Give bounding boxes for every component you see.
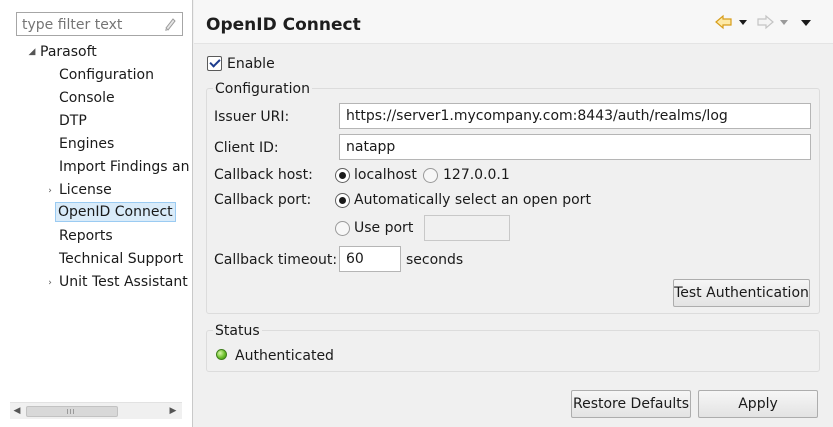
host-localhost-radio[interactable] — [335, 168, 350, 183]
host-ip-radio[interactable] — [423, 168, 438, 183]
timeout-unit-label: seconds — [406, 252, 464, 268]
callback-timeout-field[interactable]: 60 — [339, 246, 401, 272]
configuration-group-title: Configuration — [213, 80, 312, 98]
callback-port-label: Callback port: — [214, 192, 312, 208]
status-ok-icon — [216, 349, 227, 360]
tree-item-configuration[interactable]: Configuration — [59, 65, 154, 85]
tree-item-console[interactable]: Console — [59, 88, 115, 108]
port-auto-label[interactable]: Automatically select an open port — [354, 191, 591, 209]
status-text: Authenticated — [235, 348, 334, 364]
view-menu-icon[interactable] — [800, 14, 812, 32]
horizontal-scrollbar[interactable]: ◀ ▶ — [10, 402, 182, 419]
expand-twisty-icon[interactable]: › — [45, 186, 55, 196]
expand-twisty-icon[interactable]: › — [45, 278, 55, 288]
tree-item-license[interactable]: License — [59, 180, 112, 200]
port-number-field[interactable] — [424, 215, 510, 241]
scrollbar-thumb[interactable] — [26, 406, 118, 417]
tree-item-engines[interactable]: Engines — [59, 134, 114, 154]
tree-item-openid-connect[interactable]: OpenID Connect — [55, 202, 176, 222]
enable-label: Enable — [227, 56, 275, 72]
issuer-uri-label: Issuer URI: — [214, 109, 290, 125]
collapse-twisty-icon[interactable]: ◢ — [27, 47, 37, 57]
test-authentication-button[interactable]: Test Authentication — [673, 279, 810, 307]
scroll-left-icon[interactable]: ◀ — [12, 406, 22, 416]
callback-host-label: Callback host: — [214, 167, 313, 183]
status-group-title: Status — [213, 322, 262, 340]
forward-arrow-icon[interactable] — [756, 14, 774, 32]
tree-item-import-findings[interactable]: Import Findings an — [59, 157, 189, 177]
tree-node-parasoft[interactable]: Parasoft — [40, 42, 97, 62]
restore-defaults-button[interactable]: Restore Defaults — [571, 390, 691, 418]
page-title: OpenID Connect — [206, 15, 361, 35]
back-history-dropdown-icon[interactable] — [738, 14, 748, 32]
scroll-right-icon[interactable]: ▶ — [168, 406, 178, 416]
issuer-uri-field[interactable]: https://server1.mycompany.com:8443/auth/… — [339, 103, 811, 129]
back-arrow-icon[interactable] — [715, 14, 733, 32]
port-use-label[interactable]: Use port — [354, 219, 413, 237]
host-localhost-label[interactable]: localhost — [354, 166, 417, 184]
enable-checkbox[interactable] — [207, 56, 222, 71]
client-id-label: Client ID: — [214, 140, 279, 156]
port-auto-radio[interactable] — [335, 193, 350, 208]
apply-button[interactable]: Apply — [698, 390, 818, 418]
page-header: OpenID Connect — [194, 0, 833, 44]
client-id-field[interactable]: natapp — [339, 134, 811, 160]
preferences-navigation: ◢ Parasoft Configuration Console DTP Eng… — [0, 0, 193, 427]
tree-item-technical-support[interactable]: Technical Support — [59, 249, 183, 269]
host-ip-label[interactable]: 127.0.0.1 — [443, 166, 510, 184]
callback-timeout-label: Callback timeout: — [214, 252, 338, 268]
tree-item-dtp[interactable]: DTP — [59, 111, 87, 131]
forward-history-dropdown-icon[interactable] — [779, 14, 789, 32]
tree-item-unit-test-assistant[interactable]: Unit Test Assistant — [59, 272, 188, 292]
clear-filter-icon[interactable] — [162, 16, 178, 32]
port-use-radio[interactable] — [335, 221, 350, 236]
filter-input[interactable] — [16, 12, 183, 36]
tree-item-reports[interactable]: Reports — [59, 226, 113, 246]
